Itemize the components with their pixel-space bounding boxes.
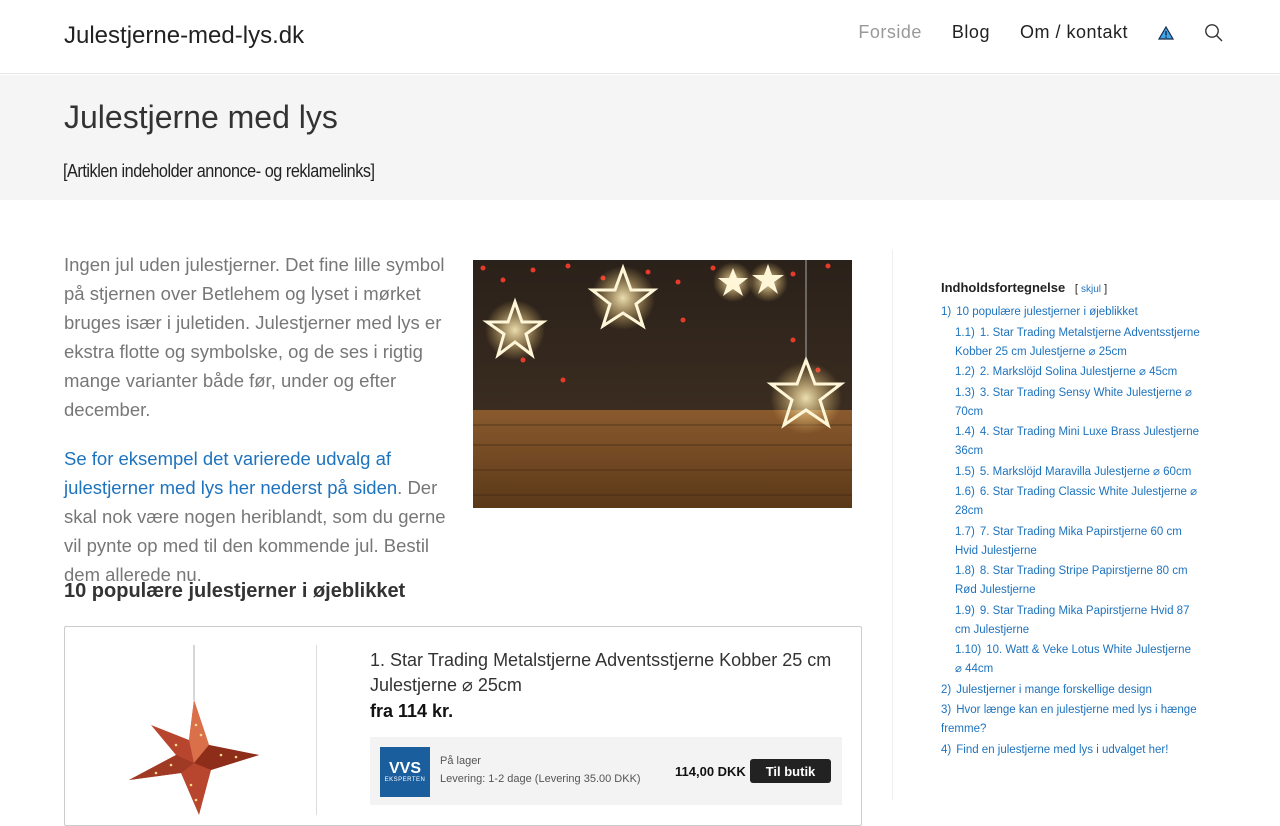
toc-bracket-close: ] — [1104, 283, 1108, 295]
toc-item-number: 1) — [941, 306, 952, 318]
toc-bracket-open: [ — [1074, 283, 1078, 295]
page-title: Julestjerne med lys — [64, 99, 338, 135]
delivery-info: Levering: 1-2 dage (Levering 35.00 DKK) — [440, 773, 641, 785]
nav-item-forside[interactable]: Forside — [858, 22, 922, 43]
toc-item[interactable]: 1.8) 8. Star Trading Stripe Papirstjerne … — [941, 562, 1201, 600]
toc-item[interactable]: 1.10) 10. Watt & Veke Lotus White Julestj… — [941, 641, 1201, 679]
toc-item-label[interactable]: Julestjerner i mange forskellige design — [956, 684, 1152, 696]
toc-item-number: 1.5) — [955, 465, 975, 478]
toc-item-label[interactable]: 1. Star Trading Metalstjerne Adventsstje… — [955, 327, 1200, 358]
toc-list: 1) 10 populære julestjerner i øjeblikket 1… — [941, 303, 1201, 760]
hero-image — [473, 260, 852, 508]
toc-item-label[interactable]: 3. Star Trading Sensy White Julestjerne … — [955, 387, 1192, 418]
nav-item-om-kontakt[interactable]: Om / kontakt — [1020, 22, 1128, 43]
toc-item[interactable]: 4) Find en julestjerne med lys i udvalget… — [941, 741, 1201, 760]
sidebar-divider — [892, 250, 893, 800]
toc-item-label[interactable]: 2. Markslöjd Solina Julestjerne ⌀ 45cm — [980, 366, 1177, 378]
toc-item[interactable]: 1.5) 5. Markslöjd Maravilla Julestjerne ⌀… — [941, 463, 1201, 482]
toc-item[interactable]: 1.6) 6. Star Trading Classic White Julest… — [941, 483, 1201, 521]
intro-text: Ingen jul uden julestjerner. Det fine li… — [64, 250, 464, 609]
section-heading: 10 populære julestjerner i øjeblikket — [64, 580, 406, 602]
offer-price: 114,00 DKK — [675, 764, 746, 779]
site-title[interactable]: Julestjerne-med-lys.dk — [64, 22, 304, 50]
page-title-band: Julestjerne med lys [Artiklen indeholder… — [0, 75, 1280, 200]
toc-item[interactable]: 1.9) 9. Star Trading Mika Papirstjerne Hv… — [941, 602, 1201, 640]
ad-disclaimer: [Artiklen indeholder annonce- og reklame… — [63, 161, 375, 181]
toc-item[interactable]: 1) 10 populære julestjerner i øjeblikket — [941, 303, 1201, 322]
intro-paragraph-2: Se for eksempel det varierede udvalg af … — [64, 444, 464, 589]
shop-logo-subtext: EKSPERTEN — [384, 777, 426, 783]
toc-item-label[interactable]: Find en julestjerne med lys i udvalget h… — [956, 744, 1168, 756]
toc-item-number: 1.3) — [955, 386, 975, 399]
toc-item-label[interactable]: Hvor længe kan en julestjerne med lys i … — [941, 704, 1197, 735]
toc-item-number: 4) — [941, 743, 952, 756]
toc-item-number: 1.4) — [955, 426, 975, 438]
site-header: Julestjerne-med-lys.dk Forside Blog Om /… — [0, 0, 1280, 74]
toc-header: Indholdsfortegnelse [ skjul ] — [941, 280, 1201, 295]
toc-item[interactable]: 3) Hvor længe kan en julestjerne med lys … — [941, 701, 1201, 739]
toc-item-label[interactable]: 5. Markslöjd Maravilla Julestjerne ⌀ 60c… — [980, 466, 1191, 478]
toc-item-label[interactable]: 8. Star Trading Stripe Papirstjerne 80 c… — [955, 565, 1188, 596]
shop-offer: VVS EKSPERTEN På lager Levering: 1-2 dag… — [370, 737, 842, 805]
toc-item[interactable]: 2) Julestjerner i mange forskellige desig… — [941, 681, 1201, 700]
toc-item-label[interactable]: 9. Star Trading Mika Papirstjerne Hvid 8… — [955, 605, 1189, 636]
product-list-link[interactable]: Se for eksempel det varierede udvalg af … — [64, 448, 397, 498]
to-shop-button[interactable]: Til butik — [750, 759, 831, 783]
toc-toggle: [ skjul ] — [1075, 283, 1107, 295]
intro-paragraph: Ingen jul uden julestjerner. Det fine li… — [64, 254, 445, 420]
product-card: 1. Star Trading Metalstjerne Adventsstje… — [64, 626, 862, 826]
table-of-contents: Indholdsfortegnelse [ skjul ] 1) 10 popul… — [941, 280, 1201, 761]
toc-item-number: 3) — [941, 704, 952, 716]
toc-item[interactable]: 1.2) 2. Markslöjd Solina Julestjerne ⌀ 45… — [941, 363, 1201, 382]
main-nav: Forside Blog Om / kontakt — [828, 22, 1224, 43]
toc-item[interactable]: 1.1) 1. Star Trading Metalstjerne Advents… — [941, 324, 1201, 362]
product-image[interactable] — [81, 645, 317, 815]
toc-item-number: 1.10) — [955, 644, 982, 656]
toc-hide-link[interactable]: skjul — [1081, 284, 1101, 295]
product-price: fra 114 kr. — [370, 701, 454, 721]
search-icon[interactable] — [1204, 23, 1224, 43]
toc-item[interactable]: 1.3) 3. Star Trading Sensy White Julestje… — [941, 384, 1201, 422]
toc-item-label[interactable]: 7. Star Trading Mika Papirstjerne 60 cm … — [955, 526, 1182, 557]
toc-item-number: 1.7) — [955, 525, 975, 538]
toc-item-number: 1.8) — [955, 565, 975, 577]
toc-item-number: 1.6) — [955, 486, 975, 498]
shop-logo-text: VVS — [388, 760, 421, 777]
toc-title: Indholdsfortegnelse — [941, 280, 1066, 295]
toc-item-label[interactable]: 10. Watt & Veke Lotus White Julestjerne … — [955, 644, 1191, 675]
toc-item-number: 1.1) — [955, 326, 975, 339]
toc-item-label[interactable]: 10 populære julestjerner i øjeblikket — [956, 306, 1138, 318]
toc-item-number: 2) — [941, 683, 952, 696]
warning-icon[interactable] — [1158, 25, 1174, 40]
toc-item-label[interactable]: 6. Star Trading Classic White Julestjern… — [955, 486, 1197, 517]
toc-item-number: 1.9) — [955, 604, 975, 617]
shop-logo[interactable]: VVS EKSPERTEN — [380, 747, 430, 797]
stock-status: På lager — [440, 755, 481, 767]
nav-item-blog[interactable]: Blog — [952, 22, 990, 43]
toc-item-label[interactable]: 4. Star Trading Mini Luxe Brass Julestje… — [955, 426, 1199, 457]
toc-item[interactable]: 1.4) 4. Star Trading Mini Luxe Brass Jule… — [941, 423, 1201, 461]
toc-item[interactable]: 1.7) 7. Star Trading Mika Papirstjerne 60… — [941, 523, 1201, 561]
product-title[interactable]: 1. Star Trading Metalstjerne Adventsstje… — [370, 648, 840, 698]
toc-item-number: 1.2) — [955, 366, 975, 378]
main-content: Ingen jul uden julestjerner. Det fine li… — [64, 250, 864, 826]
intro-section: Ingen jul uden julestjerner. Det fine li… — [64, 250, 864, 585]
